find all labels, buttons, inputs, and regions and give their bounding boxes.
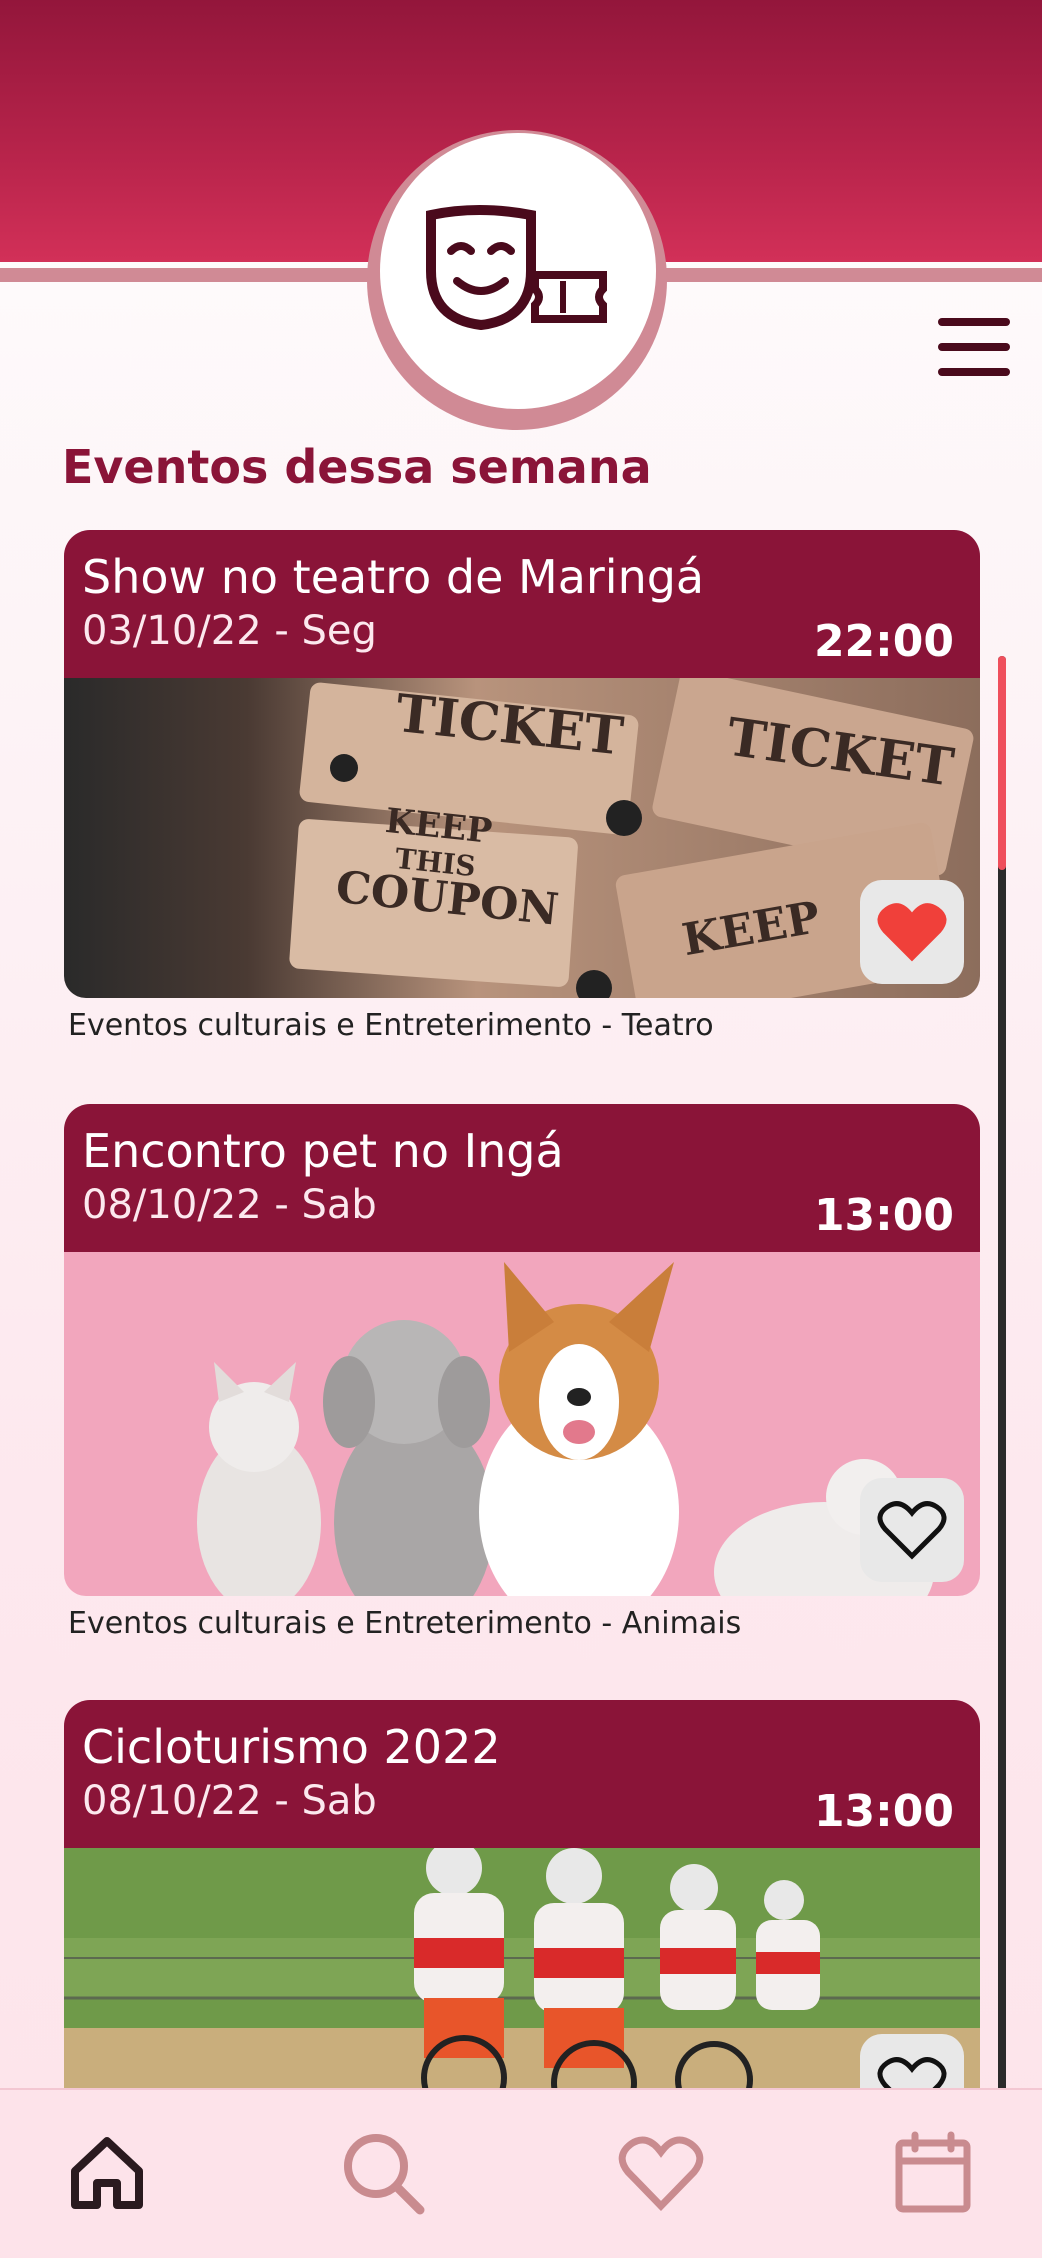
- event-time: 22:00: [813, 616, 954, 667]
- event-title: Show no teatro de Maringá: [82, 550, 705, 604]
- nav-search[interactable]: [338, 2128, 428, 2218]
- nav-calendar[interactable]: [888, 2128, 978, 2218]
- section-title: Eventos dessa semana: [62, 440, 652, 494]
- event-card[interactable]: Show no teatro de Maringá 03/10/22 - Seg…: [64, 530, 980, 1043]
- home-icon: [71, 2137, 143, 2209]
- heart-icon: [618, 2136, 704, 2212]
- nav-home[interactable]: [62, 2128, 152, 2218]
- search-icon: [344, 2134, 425, 2215]
- calendar-icon: [895, 2131, 971, 2213]
- event-date: 08/10/22 - Sab: [82, 1182, 377, 1228]
- event-date: 08/10/22 - Sab: [82, 1778, 377, 1824]
- hamburger-menu-icon[interactable]: [938, 318, 1010, 376]
- heart-outline-icon: [877, 1501, 947, 1560]
- event-card-header: Cicloturismo 2022 08/10/22 - Sab 13:00: [64, 1700, 980, 1848]
- favorite-button[interactable]: [860, 880, 964, 984]
- app-logo[interactable]: [380, 133, 656, 409]
- favorite-button[interactable]: [860, 2034, 964, 2088]
- bottom-navigation: [0, 2088, 1042, 2258]
- event-date: 03/10/22 - Seg: [82, 608, 377, 654]
- event-time: 13:00: [813, 1190, 954, 1241]
- event-card-header: Show no teatro de Maringá 03/10/22 - Seg…: [64, 530, 980, 678]
- nav-favorites[interactable]: [616, 2128, 706, 2218]
- theater-mask-ticket-icon: [426, 205, 607, 331]
- event-card-header: Encontro pet no Ingá 08/10/22 - Sab 13:0…: [64, 1104, 980, 1252]
- heart-filled-icon: [877, 903, 947, 962]
- event-card[interactable]: Encontro pet no Ingá 08/10/22 - Sab 13:0…: [64, 1104, 980, 1641]
- pets-photo[interactable]: [64, 1252, 980, 1596]
- event-category: Eventos culturais e Entreterimento - Tea…: [68, 1008, 714, 1043]
- event-title: Cicloturismo 2022: [82, 1720, 501, 1774]
- event-card[interactable]: Cicloturismo 2022 08/10/22 - Sab 13:00: [64, 1700, 980, 2088]
- favorite-button[interactable]: [860, 1478, 964, 1582]
- menu-line: [938, 368, 1010, 376]
- menu-line: [938, 318, 1010, 326]
- menu-line: [938, 343, 1010, 351]
- tickets-photo[interactable]: TICKET TICKET KEEP THIS COUPON KEEP: [64, 678, 980, 998]
- event-title: Encontro pet no Ingá: [82, 1124, 564, 1178]
- event-time: 13:00: [813, 1786, 954, 1837]
- scrollbar-thumb[interactable]: [998, 656, 1006, 870]
- event-category: Eventos culturais e Entreterimento - Ani…: [68, 1606, 742, 1641]
- cyclists-photo[interactable]: [64, 1848, 980, 2088]
- scrollbar-track[interactable]: [998, 656, 1006, 2096]
- heart-outline-icon: [877, 2057, 947, 2088]
